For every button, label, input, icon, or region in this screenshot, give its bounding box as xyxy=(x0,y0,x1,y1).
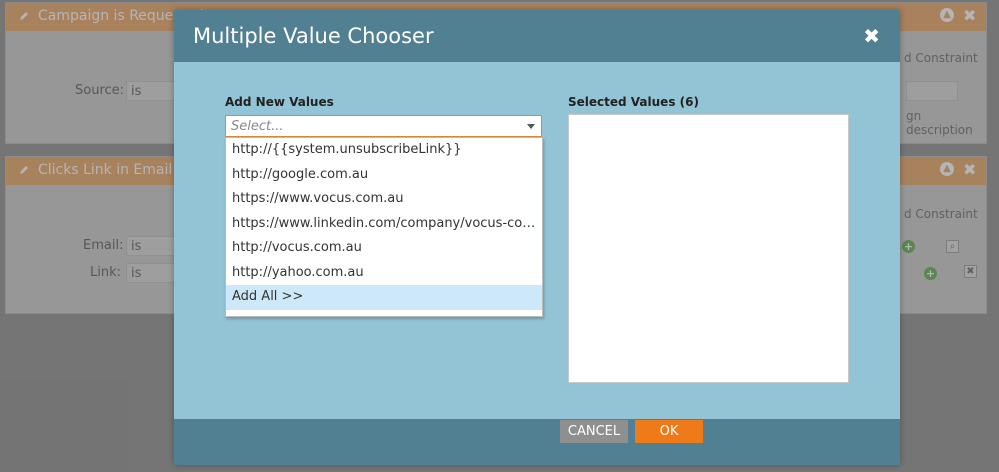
dropdown-option[interactable]: https://www.vocus.com.au xyxy=(226,187,542,212)
options-dropdown: http://{{system.unsubscribeLink}} http:/… xyxy=(225,137,543,317)
cancel-button[interactable]: CANCEL xyxy=(560,420,628,443)
dropdown-option[interactable]: https://www.linkedin.com/company/vocus-c… xyxy=(226,212,542,237)
multiple-value-chooser-dialog: Multiple Value Chooser ✖ Add New Values … xyxy=(174,10,900,465)
dropdown-option[interactable]: http://yahoo.com.au xyxy=(226,261,542,286)
add-new-values-label: Add New Values xyxy=(225,95,334,109)
dropdown-option[interactable]: http://{{system.unsubscribeLink}} xyxy=(226,138,542,163)
ok-button[interactable]: OK xyxy=(635,420,703,443)
close-icon[interactable]: ✖ xyxy=(863,24,880,48)
chevron-down-icon[interactable] xyxy=(527,124,535,129)
select-placeholder: Select... xyxy=(231,119,284,134)
add-all-option[interactable]: Add All >> xyxy=(226,285,542,310)
dropdown-option[interactable]: http://google.com.au xyxy=(226,163,542,188)
selected-values-list[interactable] xyxy=(568,114,849,383)
dialog-header: Multiple Value Chooser ✖ xyxy=(174,10,900,62)
dropdown-option[interactable]: http://vocus.com.au xyxy=(226,236,542,261)
value-select-input[interactable]: Select... xyxy=(225,115,542,137)
selected-values-label: Selected Values (6) xyxy=(568,95,699,109)
dialog-title: Multiple Value Chooser xyxy=(193,24,434,48)
dialog-footer xyxy=(174,419,900,465)
